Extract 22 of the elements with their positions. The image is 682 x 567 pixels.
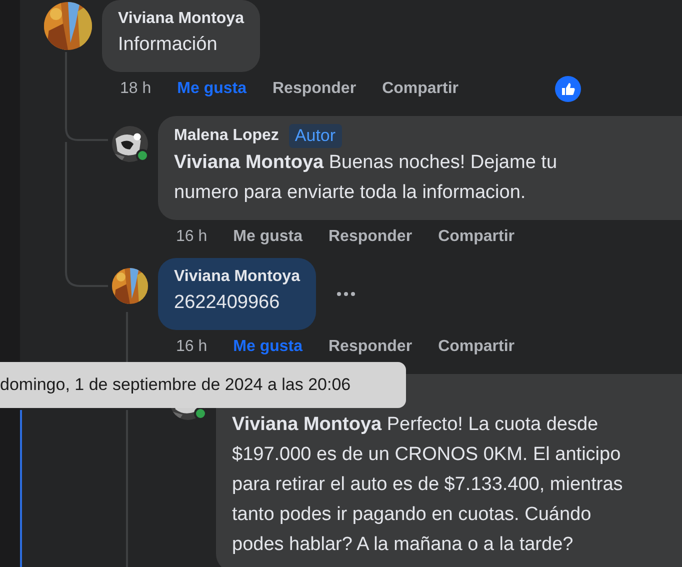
more-options-icon[interactable] (336, 291, 356, 297)
author-name[interactable]: Viviana Montoya (174, 266, 300, 288)
author-badge: Autor (288, 124, 342, 148)
tooltip-text: domingo, 1 de septiembre de 2024 a las 20:06 (0, 375, 351, 395)
comment-time[interactable]: 16 h (176, 338, 208, 356)
reply-link[interactable]: Responder (272, 80, 356, 98)
share-link[interactable]: Compartir (382, 80, 459, 98)
author-name[interactable]: Malena Lopez (174, 125, 279, 147)
reply-link[interactable]: Responder (328, 338, 412, 356)
author-name[interactable]: Viviana Montoya (118, 8, 244, 30)
share-link[interactable]: Compartir (438, 338, 515, 356)
like-link[interactable]: Me gusta (233, 228, 302, 246)
comment-text: Información (118, 33, 218, 57)
share-link[interactable]: Compartir (438, 228, 515, 246)
comment-text: Viviana Montoya Perfecto! La cuota desde $197.000 es de un CRONOS 0KM. El anticipo para retirar el auto es de $7.133.400, mientras tanto podes ir pagando en cuotas. Cuándo podes hablar? A la mañana o a la tarde? (232, 413, 624, 557)
comment-time[interactable]: 18 h (120, 80, 152, 98)
online-status-dot (136, 149, 149, 162)
comment-time[interactable]: 16 h (176, 228, 208, 246)
reply-link[interactable]: Responder (328, 228, 412, 246)
thumbs-up-icon[interactable] (554, 76, 581, 102)
comment-text: Viviana Montoya Buenas noches! Dejame tu numero para enviarte toda la informacion. (174, 151, 558, 205)
comment-text: 2622409966 (174, 291, 281, 315)
